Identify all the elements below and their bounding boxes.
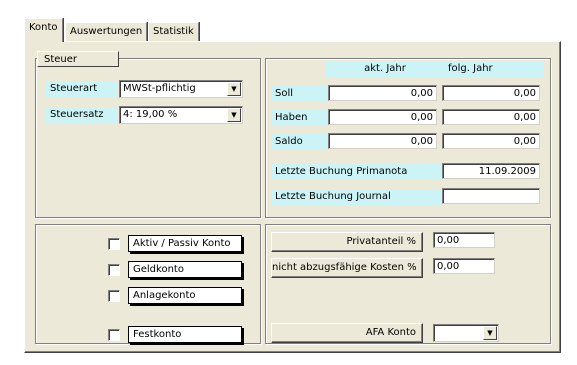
last-journal-label: Letzte Buchung Journal	[271, 189, 441, 205]
account-window: Konto Auswertungen Statistik Steuer Steu…	[0, 0, 577, 365]
chevron-down-icon[interactable]: ▼	[227, 82, 241, 96]
privatanteil-field[interactable]: 0,00	[433, 232, 495, 248]
aktiv-passiv-checkbox[interactable]	[108, 238, 120, 250]
last-primanota-label: Letzte Buchung Primanota	[271, 164, 441, 180]
chevron-down-icon[interactable]: ▼	[227, 108, 241, 122]
festkonto-checkbox[interactable]	[108, 329, 120, 341]
chevron-down-icon[interactable]: ▼	[483, 326, 497, 340]
afa-konto-select[interactable]: ▼	[433, 324, 499, 342]
haben-label: Haben	[271, 110, 330, 126]
geldkonto-label: Geldkonto	[128, 261, 242, 278]
soll-next-field[interactable]: 0,00	[442, 85, 540, 101]
steuer-section-tab[interactable]: Steuer	[37, 51, 119, 67]
saldo-next-field[interactable]: 0,00	[442, 133, 540, 149]
haben-next-field[interactable]: 0,00	[442, 109, 540, 125]
festkonto-label: Festkonto	[128, 326, 242, 343]
tab-statistik[interactable]: Statistik	[148, 22, 199, 41]
konto-tab-panel: Steuer Steuerart MWSt-pflichtig ▼ Steuer…	[24, 41, 561, 353]
haben-current-field[interactable]: 0,00	[328, 109, 437, 125]
nicht-abzugsfaehig-field[interactable]: 0,00	[433, 258, 495, 274]
col-header-current-year: akt. Jahr	[326, 61, 444, 77]
aktiv-passiv-label: Aktiv / Passiv Konto	[128, 235, 242, 252]
steuersatz-select[interactable]: 4: 19,00 % ▼	[119, 106, 243, 124]
tab-auswertungen-label: Auswertungen	[70, 26, 143, 37]
anlagekonto-checkbox[interactable]	[108, 290, 120, 302]
saldo-current-field[interactable]: 0,00	[328, 133, 437, 149]
saldo-label: Saldo	[271, 134, 330, 150]
steuerart-select[interactable]: MWSt-pflichtig ▼	[119, 80, 243, 98]
nicht-abzugsfaehig-button[interactable]: nicht abzugsfähige Kosten %	[271, 258, 423, 278]
steuersatz-value: 4: 19,00 %	[123, 109, 178, 120]
soll-current-field[interactable]: 0,00	[328, 85, 437, 101]
steuer-section-label: Steuer	[44, 54, 78, 65]
col-header-next-year: folg. Jahr	[442, 61, 544, 77]
steuerart-value: MWSt-pflichtig	[123, 83, 196, 94]
steuersatz-label: Steuersatz	[46, 107, 118, 123]
steuerart-label: Steuerart	[46, 81, 118, 97]
tab-auswertungen[interactable]: Auswertungen	[65, 22, 148, 41]
last-primanota-field[interactable]: 11.09.2009	[442, 163, 540, 179]
tab-konto[interactable]: Konto	[24, 18, 63, 42]
soll-label: Soll	[271, 86, 330, 102]
tab-statistik-label: Statistik	[153, 26, 194, 37]
anlagekonto-label: Anlagekonto	[128, 287, 242, 304]
geldkonto-checkbox[interactable]	[108, 264, 120, 276]
afa-konto-button[interactable]: AFA Konto	[271, 323, 423, 343]
last-journal-field[interactable]	[442, 188, 540, 204]
tab-konto-label: Konto	[29, 22, 58, 33]
privatanteil-button[interactable]: Privatanteil %	[271, 232, 423, 252]
